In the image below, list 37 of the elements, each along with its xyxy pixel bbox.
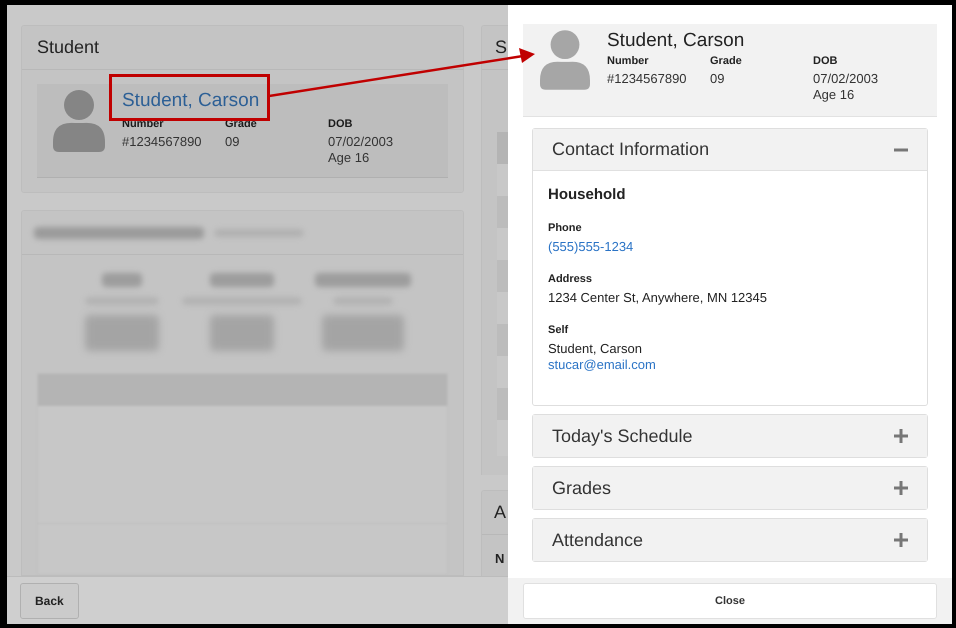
field-label: Phone <box>548 221 583 235</box>
field-value: Age 16 <box>813 87 856 103</box>
blurred-text <box>102 273 142 287</box>
contact-link[interactable]: (555)555-1234 <box>548 239 912 255</box>
section-header[interactable]: Grades <box>533 467 927 509</box>
back-button[interactable]: Back <box>20 582 79 618</box>
avatar-icon <box>53 90 105 152</box>
contact-link[interactable]: stucar@email.com <box>548 357 912 373</box>
field-value: #1234567890 <box>607 71 688 87</box>
field-label: DOB <box>328 117 354 131</box>
card-title: S <box>495 36 508 59</box>
group-heading: Household <box>548 186 626 204</box>
section-header[interactable]: Today's Schedule <box>533 415 927 457</box>
blurred-text <box>210 315 274 351</box>
close-button[interactable]: Close <box>523 583 937 619</box>
blurred-text <box>210 273 274 287</box>
field-value: #1234567890 <box>122 134 203 150</box>
field-value: 09 <box>225 134 240 150</box>
card-title: A <box>494 501 506 524</box>
field-label: Address <box>548 272 594 286</box>
field-label: Self <box>548 323 570 337</box>
card-title: Student <box>22 26 463 70</box>
field-label: N <box>495 551 504 566</box>
field-label: DOB <box>813 54 838 68</box>
student-name: Student, Carson <box>607 30 746 52</box>
field-value: 07/02/2003 <box>328 134 394 150</box>
field-label: Number <box>607 54 650 68</box>
field-value: 1234 Center St, Anywhere, MN 12345 <box>548 290 768 306</box>
field-value: Age 16 <box>328 150 370 166</box>
field-value: 09 <box>710 71 726 87</box>
section-header[interactable]: Contact Information <box>533 129 927 171</box>
section-header[interactable]: Attendance <box>533 519 927 561</box>
field-value: Student, Carson <box>548 341 643 357</box>
field-label: Grade <box>710 54 743 68</box>
field-value: 07/02/2003 <box>813 71 880 87</box>
avatar-icon <box>540 30 590 90</box>
student-name-link[interactable]: Student, Carson <box>122 90 431 112</box>
